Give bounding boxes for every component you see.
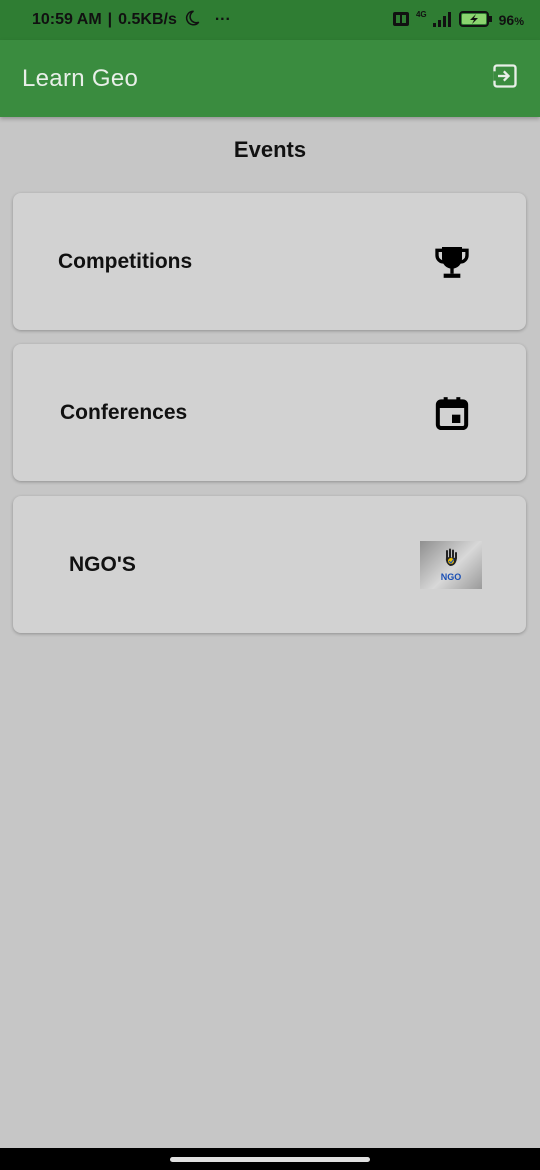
page-title: Events bbox=[233, 137, 307, 162]
logout-button[interactable] bbox=[488, 62, 522, 96]
conferences-card[interactable]: Conferences bbox=[13, 344, 526, 481]
moon-icon bbox=[183, 9, 201, 32]
status-time: 10:59 AM bbox=[32, 11, 102, 28]
ngo-logo-text: NGO bbox=[440, 571, 462, 582]
status-left: 10:59 AM | 0.5KB/s ··· bbox=[32, 9, 231, 32]
home-gesture-handle[interactable] bbox=[170, 1156, 370, 1162]
ngo-logo: NGO bbox=[420, 540, 482, 589]
app-bar: Learn Geo bbox=[0, 40, 540, 117]
navigation-bar bbox=[0, 1148, 540, 1170]
ngos-label: NGO'S bbox=[69, 552, 136, 576]
battery-icon bbox=[458, 10, 493, 31]
status-dots: ··· bbox=[214, 11, 231, 28]
status-network-speed: 0.5KB/s bbox=[118, 11, 177, 28]
trophy-icon bbox=[432, 242, 472, 282]
status-bar: 10:59 AM | 0.5KB/s ··· 4G 96% bbox=[0, 0, 540, 40]
network-type: 4G bbox=[415, 9, 427, 19]
status-right: 4G 96% bbox=[392, 10, 524, 31]
hand-icon bbox=[442, 548, 460, 573]
battery-level: 96% bbox=[498, 12, 524, 28]
app-title: Learn Geo bbox=[22, 64, 139, 92]
volte-icon bbox=[392, 10, 410, 31]
signal-icon bbox=[432, 11, 453, 30]
exit-to-app-icon bbox=[491, 62, 519, 95]
calendar-icon bbox=[432, 393, 472, 433]
competitions-card[interactable]: Competitions bbox=[13, 193, 526, 330]
competitions-label: Competitions bbox=[58, 249, 193, 273]
conferences-label: Conferences bbox=[60, 400, 188, 424]
ngos-card[interactable]: NGO'S NGO bbox=[13, 496, 526, 633]
